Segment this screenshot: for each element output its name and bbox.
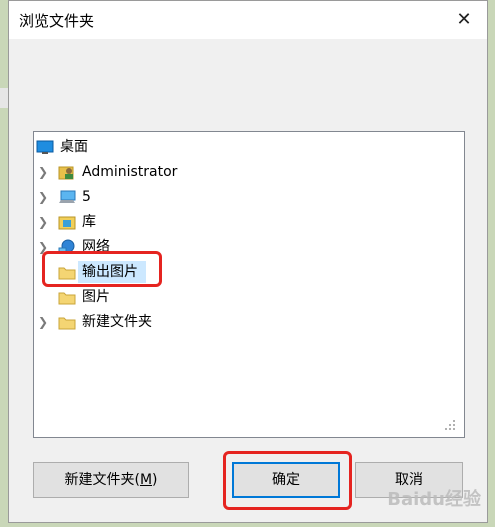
chevron-right-icon[interactable]: ❯ xyxy=(36,311,50,333)
tree-item-label: 图片 xyxy=(82,289,110,305)
tree-item-libraries[interactable]: ❯ 库 xyxy=(36,211,456,233)
title-bar: 浏览文件夹 ✕ xyxy=(9,1,487,39)
tree-item-images[interactable]: 图片 xyxy=(36,286,456,308)
library-icon xyxy=(58,216,76,230)
annotation-highlight-ok xyxy=(223,451,352,510)
chevron-right-icon[interactable]: ❯ xyxy=(36,186,50,208)
tree-item-new-folder[interactable]: ❯ 新建文件夹 xyxy=(36,311,456,333)
tree-item-label: 库 xyxy=(82,214,96,230)
desktop-icon xyxy=(36,140,54,154)
watermark-logo: Baidu经验 xyxy=(387,489,481,510)
tree-item-label: 桌面 xyxy=(60,139,88,155)
tree-item-label: Administrator xyxy=(82,164,178,180)
tree-item-administrator[interactable]: ❯ Administrator xyxy=(36,161,456,183)
new-folder-label-end: ) xyxy=(152,472,158,488)
folder-icon xyxy=(58,317,76,330)
tree-item-computer[interactable]: ❯ 5 xyxy=(36,186,456,208)
user-folder-icon xyxy=(58,166,74,180)
folder-icon xyxy=(58,292,76,305)
dialog-title: 浏览文件夹 xyxy=(19,12,95,30)
new-folder-label: 新建文件夹( xyxy=(64,472,140,488)
chevron-right-icon[interactable]: ❯ xyxy=(36,211,50,233)
resize-grip-icon xyxy=(445,420,455,430)
computer-icon xyxy=(59,190,76,203)
new-folder-button[interactable]: 新建文件夹(M) xyxy=(33,462,189,498)
new-folder-accesskey: M xyxy=(139,472,153,488)
tree-item-label: 5 xyxy=(82,189,91,205)
annotation-highlight-folder xyxy=(42,251,162,287)
chevron-right-icon[interactable]: ❯ xyxy=(36,161,50,183)
tree-item-label: 新建文件夹 xyxy=(82,314,152,330)
tree-item-desktop[interactable]: 桌面 xyxy=(36,136,456,158)
close-icon[interactable]: ✕ xyxy=(451,7,477,33)
